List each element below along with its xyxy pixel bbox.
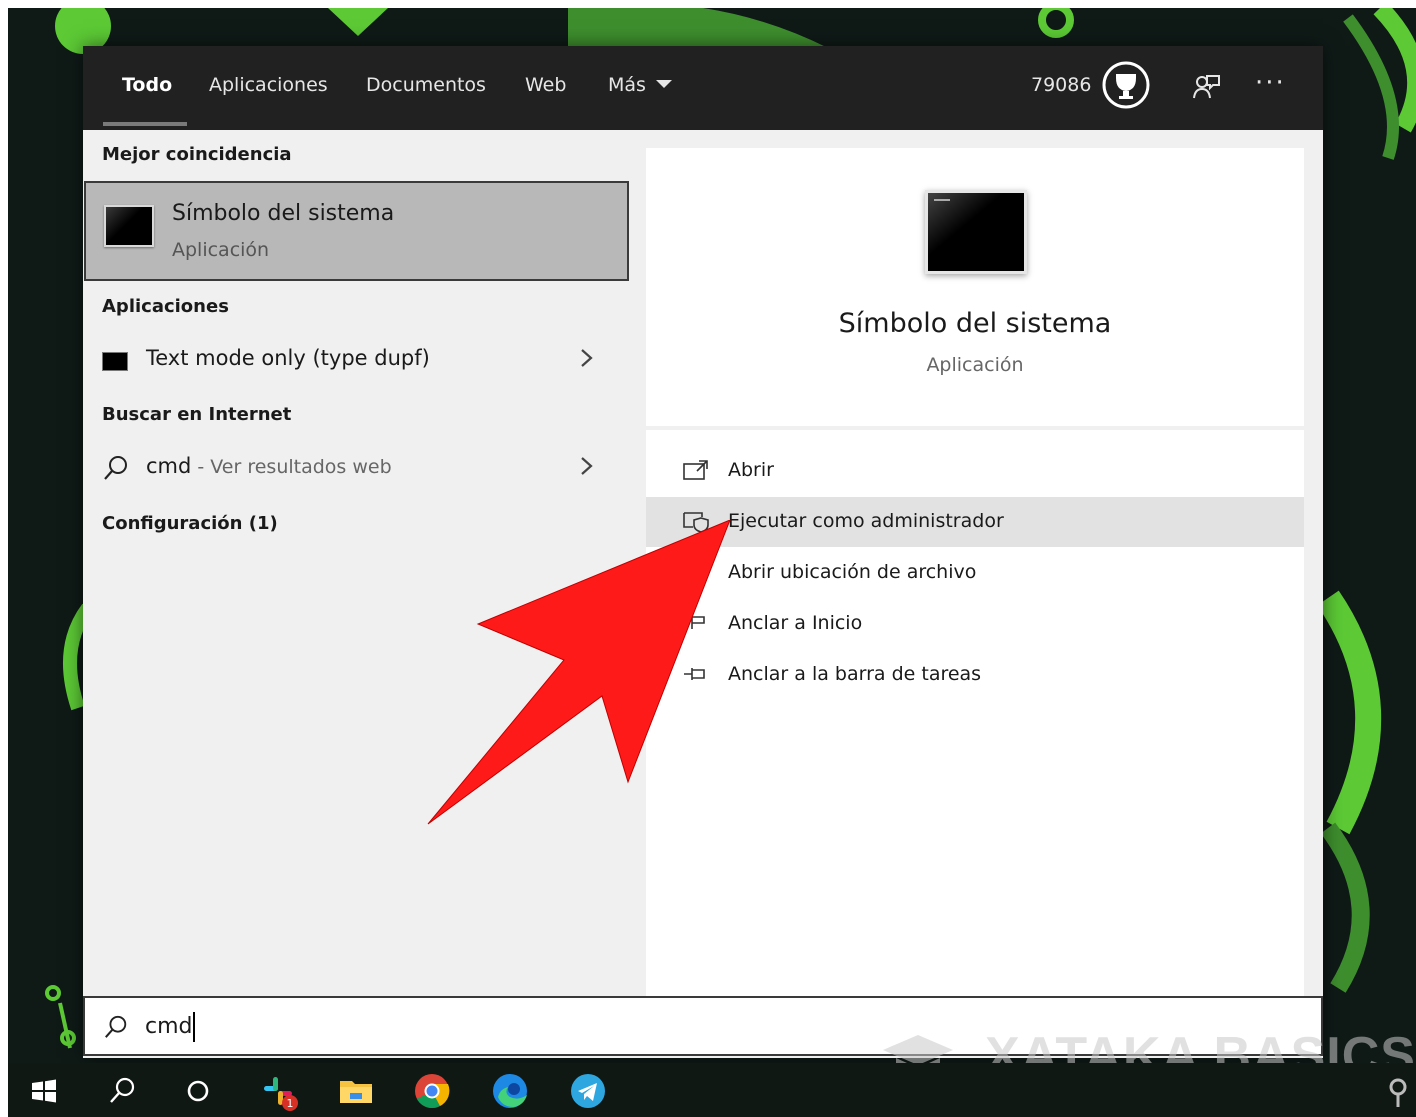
tab-documentos[interactable]: Documentos <box>366 74 486 96</box>
best-match-header: Mejor coincidencia <box>102 144 292 165</box>
tab-web[interactable]: Web <box>525 74 566 96</box>
search-icon <box>104 456 127 480</box>
chevron-down-icon <box>655 79 672 88</box>
file-explorer-icon[interactable] <box>334 1069 378 1113</box>
tab-todo[interactable]: Todo <box>122 74 172 96</box>
action-open-label: Abrir <box>728 459 774 481</box>
more-options-icon[interactable]: ··· <box>1255 68 1286 98</box>
admin-shield-icon <box>683 512 709 533</box>
results-pane: Mejor coincidencia Símbolo del sistema A… <box>83 130 629 996</box>
action-pin-to-start-label: Anclar a Inicio <box>728 612 863 634</box>
feedback-icon[interactable] <box>1191 72 1221 102</box>
action-run-as-admin[interactable]: Ejecutar como administrador <box>646 497 1304 547</box>
action-pin-to-taskbar-label: Anclar a la barra de tareas <box>728 663 982 685</box>
open-icon <box>683 460 708 480</box>
cortana-icon[interactable] <box>176 1069 220 1113</box>
best-match-title: Símbolo del sistema <box>172 201 395 226</box>
best-match-result[interactable]: Símbolo del sistema Aplicación <box>84 181 629 281</box>
map-pin-icon <box>1389 1078 1407 1107</box>
tab-aplicaciones[interactable]: Aplicaciones <box>209 74 328 96</box>
action-open[interactable]: Abrir <box>646 446 1304 496</box>
slack-icon[interactable]: 1 <box>256 1069 300 1113</box>
taskbar: 1 <box>8 1063 1416 1117</box>
edge-icon[interactable] <box>488 1069 532 1113</box>
preview-title: Símbolo del sistema <box>838 308 1112 339</box>
search-icon[interactable] <box>100 1069 144 1113</box>
command-prompt-icon <box>925 190 1027 274</box>
pin-taskbar-icon <box>684 668 705 680</box>
pin-icon <box>691 615 705 629</box>
rewards-points: 79086 <box>1031 74 1092 96</box>
trophy-icon[interactable] <box>1101 60 1151 110</box>
list-item-web-search[interactable]: cmd - Ver resultados web <box>83 442 628 492</box>
tab-bar: Todo Aplicaciones Documentos Web Más 790… <box>83 46 1323 130</box>
action-run-as-admin-label: Ejecutar como administrador <box>728 510 1004 532</box>
chevron-right-icon[interactable] <box>577 344 597 372</box>
preview-pane: Símbolo del sistema Aplicación Abrir Eje… <box>646 148 1304 996</box>
telegram-icon[interactable] <box>566 1069 610 1113</box>
action-pin-to-start[interactable]: Anclar a Inicio <box>646 599 1304 649</box>
tab-mas[interactable]: Más <box>608 74 672 96</box>
chevron-right-icon[interactable] <box>577 452 597 480</box>
action-pin-to-taskbar[interactable]: Anclar a la barra de tareas <box>646 650 1304 700</box>
text-caret <box>193 1012 195 1042</box>
command-prompt-icon <box>104 205 154 247</box>
windows-start-icon[interactable] <box>22 1069 66 1113</box>
folder-icon <box>683 565 707 581</box>
settings-header[interactable]: Configuración (1) <box>102 513 278 534</box>
search-window: Todo Aplicaciones Documentos Web Más 790… <box>83 46 1323 1058</box>
action-open-file-location[interactable]: Abrir ubicación de archivo <box>646 548 1304 598</box>
web-search-header: Buscar en Internet <box>102 404 292 425</box>
list-item-text-mode[interactable]: Text mode only (type dupf) <box>83 334 628 384</box>
apps-header: Aplicaciones <box>102 296 229 317</box>
app-preview: Símbolo del sistema Aplicación <box>646 148 1304 430</box>
app-icon <box>102 352 128 371</box>
action-open-file-location-label: Abrir ubicación de archivo <box>728 561 977 583</box>
preview-subtitle: Aplicación <box>926 354 1024 376</box>
web-query: cmd <box>146 454 192 478</box>
best-match-subtitle: Aplicación <box>172 239 270 261</box>
list-item-label: Text mode only (type dupf) <box>146 346 430 370</box>
slack-badge: 1 <box>287 1097 294 1110</box>
chrome-icon[interactable] <box>410 1069 454 1113</box>
active-tab-indicator <box>103 122 187 126</box>
web-results-suffix: - Ver resultados web <box>191 456 392 478</box>
search-icon <box>105 1015 127 1038</box>
tab-mas-label: Más <box>608 74 646 96</box>
